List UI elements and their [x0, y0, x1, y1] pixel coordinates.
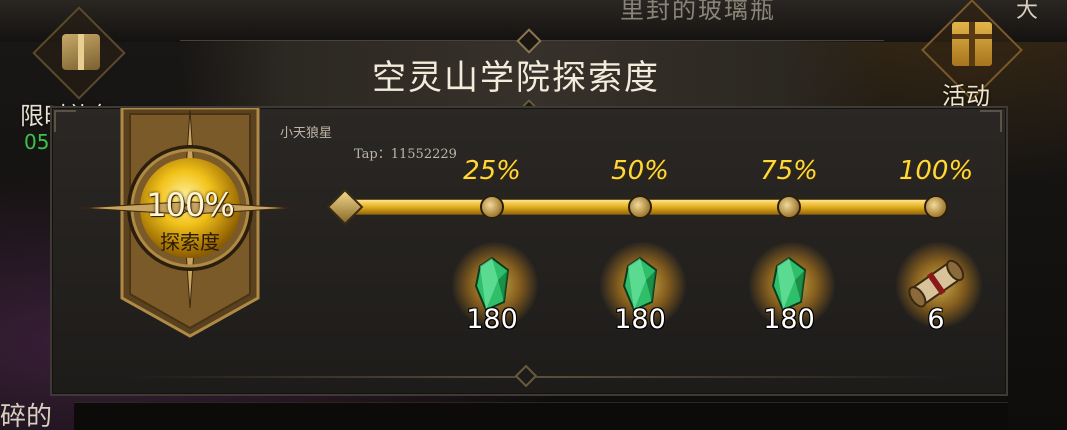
milestone-reward[interactable]: 180	[739, 230, 849, 340]
gift-icon	[952, 22, 992, 66]
reward-quantity: 180	[763, 304, 815, 335]
exploration-label: 探索度	[160, 230, 220, 254]
page-title: 空灵山学院探索度	[372, 58, 660, 98]
watermark-name: 小天狼星	[280, 126, 333, 141]
watermark-tap: Tap：11552229	[354, 147, 457, 162]
panel-corner-top-right	[980, 110, 1002, 132]
milestone-node	[480, 195, 504, 219]
gift-box-icon	[62, 34, 100, 70]
reward-quantity: 180	[466, 304, 518, 335]
exploration-percent: 100%	[146, 186, 234, 224]
milestone-reward[interactable]: 180	[590, 230, 700, 340]
milestone-percent: 75%	[760, 156, 818, 186]
limited-gift-widget[interactable]	[24, 6, 128, 100]
reward-quantity: 6	[927, 304, 945, 335]
panel-divider	[130, 376, 950, 378]
reward-quantity: 180	[614, 304, 666, 335]
milestone-reward[interactable]: 180	[442, 230, 552, 340]
milestone-percent: 25%	[463, 156, 521, 186]
limited-gift-timer: 05	[24, 130, 50, 154]
milestone-node	[924, 195, 948, 219]
background-top-text: 里封的玻璃瓶	[620, 0, 776, 24]
milestone-percent: 100%	[898, 156, 974, 186]
panel-corner-top-left	[54, 110, 76, 132]
footer-strip	[74, 402, 1008, 430]
background-bottom-left-text: 碎的	[0, 402, 53, 430]
milestone-percent: 50%	[611, 156, 669, 186]
milestone-node	[628, 195, 652, 219]
milestone-reward[interactable]: 6	[886, 230, 996, 340]
milestone-node	[777, 195, 801, 219]
